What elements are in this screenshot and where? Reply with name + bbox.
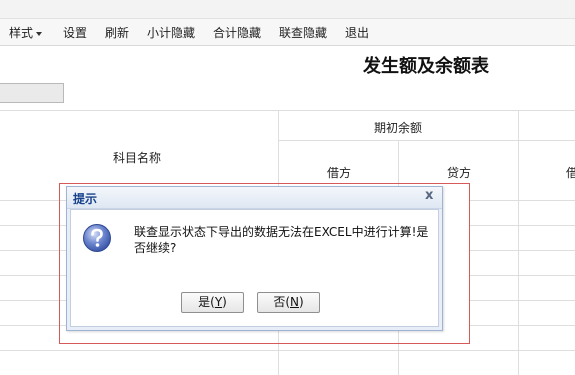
no-button[interactable]: 否(N) (257, 292, 320, 313)
dialog-title: 提示 (73, 192, 98, 206)
confirm-dialog: 提示 x 联查显示状态下导出的数据无法在EXCEL中进行计算!是否继续? 是(Y… (66, 186, 443, 331)
grid-line (0, 200, 66, 201)
debit-header-2: 借 (566, 166, 575, 180)
grid-line (470, 225, 575, 226)
settings-button[interactable]: 设置 (63, 24, 87, 41)
debit-header: 借方 (327, 166, 352, 180)
no-button-key: N (290, 295, 299, 309)
close-icon[interactable]: x (425, 188, 433, 203)
credit-header: 贷方 (447, 166, 472, 180)
no-button-end: ) (298, 295, 304, 309)
filter-input[interactable] (0, 83, 64, 103)
dialog-header: 提示 x (67, 187, 442, 209)
question-icon (83, 224, 111, 252)
refresh-button[interactable]: 刷新 (105, 24, 129, 41)
yes-button-end: ) (222, 295, 227, 309)
dialog-body: 联查显示状态下导出的数据无法在EXCEL中进行计算!是否继续? 是(Y) 否(N… (70, 209, 439, 327)
grid-line (470, 250, 575, 251)
grid-line (470, 200, 575, 201)
total-hide-button[interactable]: 合计隐藏 (213, 24, 261, 41)
yes-button[interactable]: 是(Y) (181, 292, 244, 313)
grid-line (0, 350, 575, 351)
subtotal-hide-button[interactable]: 小计隐藏 (147, 24, 195, 41)
drilldown-hide-button[interactable]: 联查隐藏 (279, 24, 327, 41)
no-button-label: 否( (273, 295, 290, 309)
grid-line (470, 325, 575, 326)
report-title: 发生额及余额表 (363, 56, 489, 77)
style-menu-label: 样式 (9, 26, 34, 40)
header-split-line (279, 140, 575, 141)
window-top-strip (0, 0, 575, 19)
yes-button-label: 是( (198, 295, 215, 309)
column-divider (518, 110, 519, 375)
grid-line (0, 275, 66, 276)
grid-line (0, 250, 66, 251)
chevron-down-icon (36, 31, 43, 36)
grid-line (0, 325, 66, 326)
grid-line (0, 225, 66, 226)
grid-line (0, 300, 66, 301)
opening-balance-header: 期初余额 (374, 121, 423, 135)
grid-line (470, 275, 575, 276)
dialog-message: 联查显示状态下导出的数据无法在EXCEL中进行计算!是否继续? (134, 225, 429, 255)
subject-name-header: 科目名称 (113, 151, 162, 165)
toolbar: 样式 设置 刷新 小计隐藏 合计隐藏 联查隐藏 退出 (0, 19, 575, 46)
style-menu[interactable]: 样式 (9, 24, 43, 41)
table-top-border (0, 110, 575, 111)
exit-button[interactable]: 退出 (345, 24, 369, 41)
grid-line (470, 300, 575, 301)
